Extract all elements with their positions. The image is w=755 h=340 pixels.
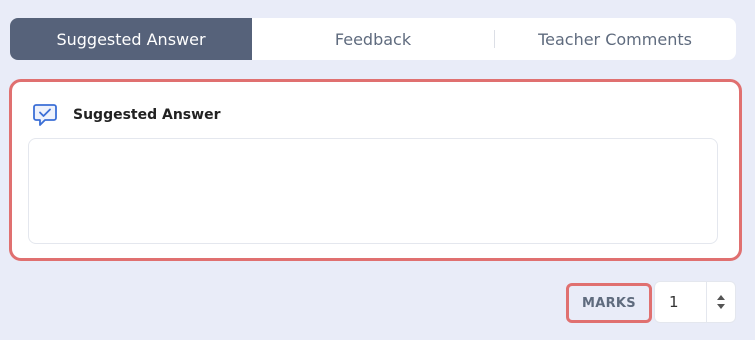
tab-feedback[interactable]: Feedback xyxy=(252,18,494,60)
suggested-answer-title: Suggested Answer xyxy=(73,107,221,123)
marks-input[interactable]: 1 xyxy=(654,281,736,323)
answer-tabs: Suggested Answer Feedback Teacher Commen… xyxy=(10,18,736,60)
chat-check-icon xyxy=(32,102,58,128)
tab-teacher-comments-label: Teacher Comments xyxy=(538,29,692,49)
marks-value[interactable]: 1 xyxy=(669,293,679,311)
suggested-answer-textbox[interactable] xyxy=(28,138,718,244)
marks-stepper[interactable] xyxy=(706,282,735,322)
stepper-down-icon[interactable] xyxy=(717,304,725,309)
tab-suggested-answer[interactable]: Suggested Answer xyxy=(10,18,252,60)
marks-label: MARKS xyxy=(566,283,652,323)
stepper-up-icon[interactable] xyxy=(717,295,725,300)
tab-divider xyxy=(494,30,495,48)
suggested-answer-card: Suggested Answer xyxy=(9,79,742,261)
suggested-answer-header: Suggested Answer xyxy=(32,102,220,128)
tab-teacher-comments[interactable]: Teacher Comments xyxy=(494,18,736,60)
